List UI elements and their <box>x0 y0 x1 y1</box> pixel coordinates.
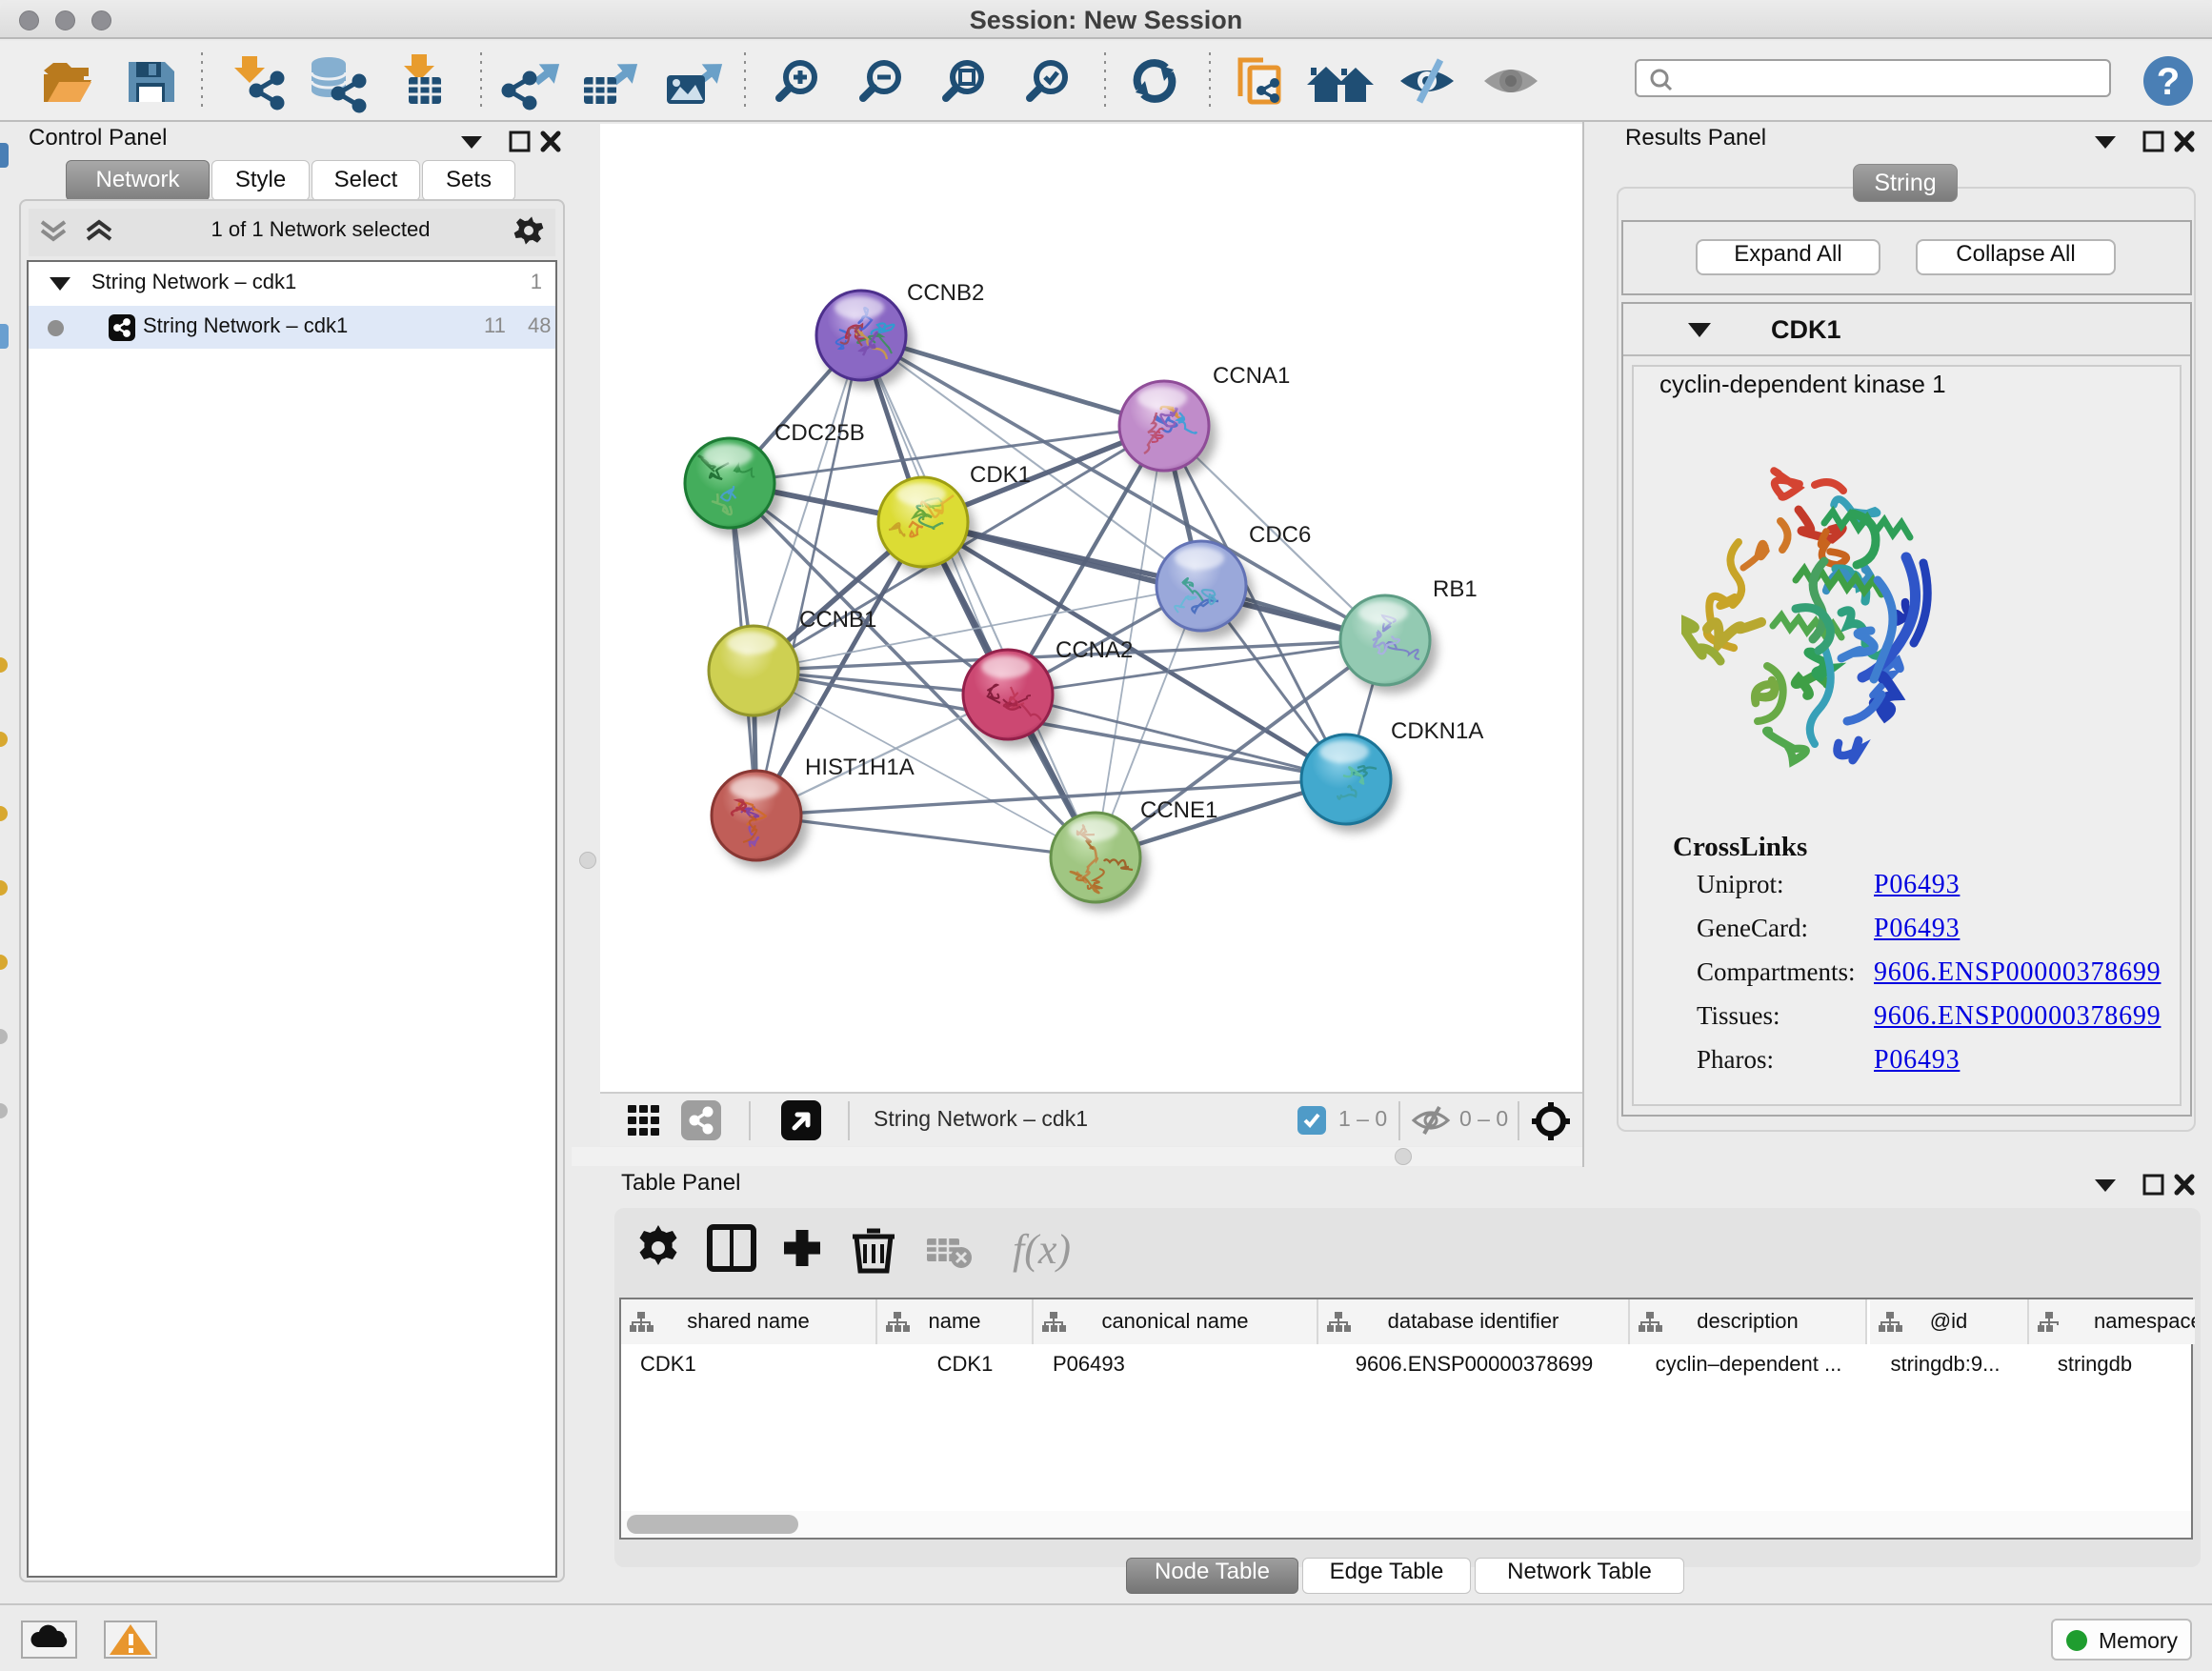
svg-text:CCNE1: CCNE1 <box>1140 797 1217 823</box>
svg-text:CDC25B: CDC25B <box>774 420 865 446</box>
svg-text:?: ? <box>2157 61 2180 103</box>
svg-text:CCNA1: CCNA1 <box>1213 363 1290 389</box>
svg-text:CCNB2: CCNB2 <box>907 280 984 306</box>
svg-text:CCNB1: CCNB1 <box>799 607 876 633</box>
svg-text:CCNA2: CCNA2 <box>1056 637 1133 663</box>
svg-text:HIST1H1A: HIST1H1A <box>805 755 915 780</box>
svg-text:CDKN1A: CDKN1A <box>1391 718 1483 744</box>
svg-text:CDC6: CDC6 <box>1249 522 1311 548</box>
svg-text:CDK1: CDK1 <box>970 462 1031 488</box>
svg-text:f(x): f(x) <box>1013 1226 1071 1273</box>
svg-text:RB1: RB1 <box>1433 576 1478 602</box>
